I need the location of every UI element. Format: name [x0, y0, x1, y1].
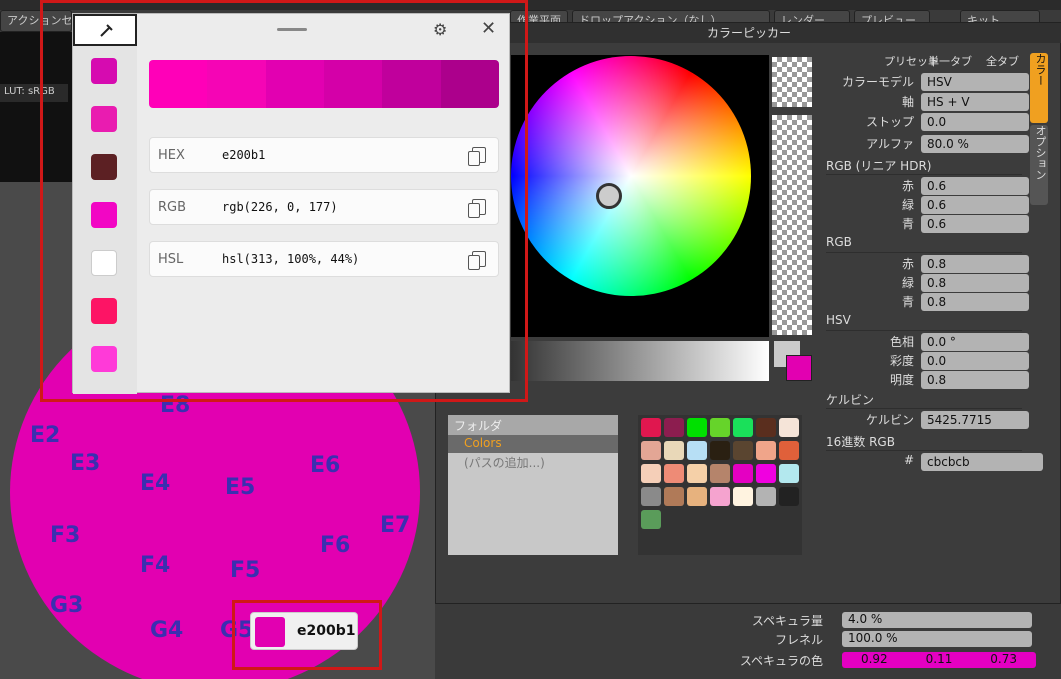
current-color-swatch [786, 355, 812, 381]
palette-swatch[interactable] [733, 487, 753, 506]
red-row[interactable]: 赤 0.8 [826, 255, 1029, 273]
palette-swatch[interactable] [641, 418, 661, 437]
palette-swatch[interactable] [710, 464, 730, 483]
palette-swatch[interactable] [710, 441, 730, 460]
palette-swatch[interactable] [779, 464, 799, 483]
highlight-box-overlay [40, 0, 528, 402]
spec-r: 0.92 [860, 652, 888, 666]
tile-label: E4 [140, 471, 170, 496]
color-wheel[interactable] [511, 56, 751, 296]
alpha-slider[interactable] [772, 115, 812, 335]
tile-label: F3 [50, 523, 80, 548]
tab-color[interactable]: カラー [1030, 53, 1048, 123]
axis-row[interactable]: 軸 HS + V [826, 93, 1029, 111]
palette-swatch[interactable] [687, 464, 707, 483]
palette-swatch[interactable] [756, 418, 776, 437]
hex-section[interactable]: 16進数 RGB [826, 433, 1022, 451]
palette-swatch[interactable] [756, 441, 776, 460]
value-slider[interactable] [511, 341, 769, 381]
palette-swatch[interactable] [779, 487, 799, 506]
palette-swatch[interactable] [710, 487, 730, 506]
swatch-grid[interactable] [638, 415, 802, 555]
palette-swatch[interactable] [641, 487, 661, 506]
single-tab-menu[interactable]: 単一タブ [928, 53, 972, 69]
stop-row[interactable]: ストップ 0.0 [826, 113, 1029, 131]
palette-swatch[interactable] [664, 441, 684, 460]
palette-swatch[interactable] [641, 510, 661, 529]
tab-options[interactable]: オプション [1030, 125, 1048, 205]
specular-color-row[interactable]: スペキュラの色 0.92 0.11 0.73 [650, 652, 1061, 670]
palette-swatch[interactable] [756, 464, 776, 483]
rgb-section[interactable]: RGB [826, 235, 1022, 253]
blue-row[interactable]: 青 0.8 [826, 293, 1029, 311]
specular-amount-row[interactable]: スペキュラ量 4.0 % [650, 612, 1061, 630]
color-picker-panel: カラーピッカー プリセット 単一タブ 全タブ カラー オプション カラーモデル H… [435, 22, 1061, 604]
tile-label: G4 [150, 618, 183, 643]
palette-folder-list[interactable]: フォルダ Colors (パスの追加...) [448, 415, 618, 555]
tile-label: E5 [225, 475, 255, 500]
linear-red-row[interactable]: 赤 0.6 [826, 177, 1029, 195]
hex-row[interactable]: # cbcbcb [826, 453, 1043, 471]
color-model-row[interactable]: カラーモデル HSV [826, 73, 1029, 91]
palette-swatch[interactable] [779, 441, 799, 460]
palette-swatch[interactable] [664, 418, 684, 437]
tile-label: G3 [50, 593, 83, 618]
kelvin-row[interactable]: ケルビン 5425.7715 [826, 411, 1029, 429]
green-row[interactable]: 緑 0.8 [826, 274, 1029, 292]
tile-label: F5 [230, 558, 260, 583]
palette-swatch[interactable] [710, 418, 730, 437]
palette-swatch[interactable] [733, 441, 753, 460]
palette-swatch[interactable] [733, 418, 753, 437]
rgb-linear-section[interactable]: RGB (リニア HDR) [826, 157, 1022, 175]
wheel-knob[interactable] [596, 183, 622, 209]
linear-green-row[interactable]: 緑 0.6 [826, 196, 1029, 214]
tile-label: E7 [380, 513, 410, 538]
panel-title: カラーピッカー [436, 23, 1061, 43]
tile-label: F6 [320, 533, 350, 558]
value-row[interactable]: 明度 0.8 [826, 371, 1029, 389]
add-path-item[interactable]: (パスの追加...) [448, 453, 618, 471]
folder-header: フォルダ [448, 415, 618, 435]
palette-swatch[interactable] [687, 418, 707, 437]
palette-swatch[interactable] [641, 441, 661, 460]
kelvin-section[interactable]: ケルビン [826, 391, 1022, 409]
alpha-row[interactable]: アルファ 80.0 % [826, 135, 1029, 153]
hue-row[interactable]: 色相 0.0 ° [826, 333, 1029, 351]
palette-swatch[interactable] [664, 464, 684, 483]
palette-swatch[interactable] [664, 487, 684, 506]
tile-label: E3 [70, 451, 100, 476]
tile-label: E6 [310, 453, 340, 478]
hsv-section[interactable]: HSV [826, 313, 1022, 331]
alpha-preview [772, 57, 812, 107]
tile-label: E2 [30, 423, 60, 448]
tile-label: F4 [140, 553, 170, 578]
spec-b: 0.73 [990, 652, 1017, 666]
all-tabs-menu[interactable]: 全タブ [986, 53, 1019, 69]
palette-swatch[interactable] [687, 441, 707, 460]
palette-swatch[interactable] [733, 464, 753, 483]
palette-swatch[interactable] [779, 418, 799, 437]
fresnel-row[interactable]: フレネル 100.0 % [650, 631, 1061, 649]
saturation-row[interactable]: 彩度 0.0 [826, 352, 1029, 370]
palette-swatch[interactable] [641, 464, 661, 483]
palette-swatch[interactable] [756, 487, 776, 506]
colors-folder[interactable]: Colors [448, 435, 618, 453]
spec-g: 0.11 [925, 652, 953, 666]
highlight-box-toast [232, 600, 382, 670]
linear-blue-row[interactable]: 青 0.6 [826, 215, 1029, 233]
palette-swatch[interactable] [687, 487, 707, 506]
